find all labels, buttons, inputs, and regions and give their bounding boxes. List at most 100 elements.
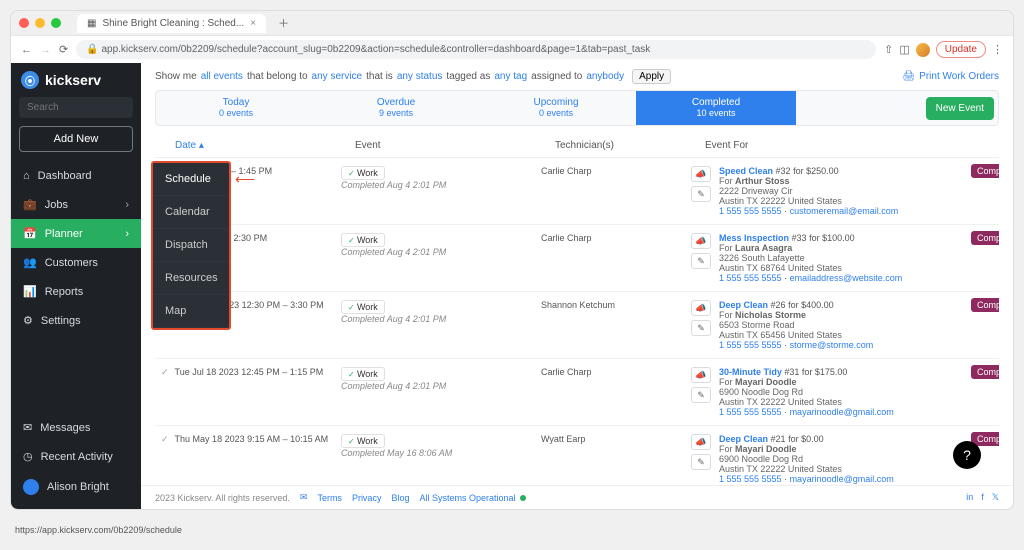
sidebar-item-customers[interactable]: 👥Customers (11, 248, 141, 277)
job-for: For Mayari Doodle (719, 444, 797, 454)
announce-button[interactable]: 📣 (691, 166, 711, 182)
status-badge[interactable]: Complete (971, 164, 999, 178)
status-badge[interactable]: Complete (971, 298, 999, 312)
edit-button[interactable]: ✎ (691, 320, 711, 336)
status-bar-link: https://app.kickserv.com/0b2209/schedule (12, 524, 185, 536)
edit-button[interactable]: ✎ (691, 387, 711, 403)
cell-event: Work Completed Aug 4 2:01 PM (341, 300, 541, 350)
job-price: $100.00 (822, 233, 855, 243)
sidebar-item-settings[interactable]: ⚙Settings (11, 306, 141, 335)
sidebar-item-reports[interactable]: 📊Reports (11, 277, 141, 306)
back-icon[interactable]: ← (21, 44, 32, 56)
job-email[interactable]: storme@storme.com (790, 340, 874, 350)
job-email[interactable]: mayarinoodle@gmail.com (790, 474, 894, 484)
close-tab-icon[interactable]: × (250, 18, 256, 29)
filter-status-link[interactable]: any status (397, 71, 443, 82)
job-link[interactable]: Mess Inspection (719, 233, 789, 243)
edit-button[interactable]: ✎ (691, 186, 711, 202)
footer-terms[interactable]: Terms (317, 493, 342, 503)
job-link[interactable]: 30-Minute Tidy (719, 367, 782, 377)
status-badge[interactable]: Complete (971, 365, 999, 379)
edit-button[interactable]: ✎ (691, 253, 711, 269)
footer-privacy[interactable]: Privacy (352, 493, 382, 503)
profile-avatar-icon[interactable] (916, 43, 930, 57)
facebook-icon[interactable]: f (981, 492, 984, 503)
bar-chart-icon: 📊 (23, 285, 37, 298)
update-button[interactable]: Update (936, 41, 986, 58)
filter-tag-link[interactable]: any tag (494, 71, 527, 82)
tab-sub: 0 events (219, 108, 253, 118)
announce-button[interactable]: 📣 (691, 367, 711, 383)
tab-upcoming[interactable]: Upcoming0 events (476, 91, 636, 125)
sidebar-item-recent[interactable]: ◷Recent Activity (11, 442, 141, 471)
job-phone[interactable]: 1 555 555 5555 (719, 273, 782, 283)
sidebar-item-label: Dashboard (38, 170, 92, 182)
reload-icon[interactable]: ⟳ (59, 43, 68, 56)
job-phone[interactable]: 1 555 555 5555 (719, 340, 782, 350)
tab-today[interactable]: Today0 events (156, 91, 316, 125)
sidebar-item-messages[interactable]: ✉Messages (11, 413, 141, 442)
submenu-map[interactable]: Map (153, 295, 229, 328)
new-tab-icon[interactable]: ＋ (278, 15, 289, 31)
announce-button[interactable]: 📣 (691, 233, 711, 249)
filter-bar: Show me all events that belong to any se… (141, 63, 1013, 90)
sidebar-item-jobs[interactable]: 💼Jobs› (11, 190, 141, 219)
filter-events-link[interactable]: all events (201, 71, 243, 82)
filter-service-link[interactable]: any service (312, 71, 363, 82)
calendar-icon: 📅 (23, 227, 37, 240)
tab-completed[interactable]: Completed10 events (636, 91, 796, 125)
share-icon[interactable]: ⇧ (884, 43, 893, 56)
sidebar-user[interactable]: Alison Bright (11, 471, 141, 503)
cell-tech: Carlie Charp (541, 367, 691, 417)
brand-logo[interactable]: ⦿ kickserv (11, 63, 141, 97)
mail-icon[interactable]: ✉ (300, 492, 308, 503)
print-work-orders-link[interactable]: 🖨Print Work Orders (902, 71, 999, 82)
kebab-menu-icon[interactable]: ⋮ (992, 43, 1003, 56)
help-fab[interactable]: ? (953, 441, 981, 469)
extension-icon[interactable]: ◫ (899, 43, 909, 56)
filter-text: tagged as (446, 71, 490, 82)
add-new-button[interactable]: Add New (19, 126, 133, 152)
forward-icon[interactable]: → (40, 44, 51, 56)
job-link[interactable]: Deep Clean (719, 434, 768, 444)
footer-blog[interactable]: Blog (391, 493, 409, 503)
job-phone[interactable]: 1 555 555 5555 (719, 206, 782, 216)
job-link[interactable]: Deep Clean (719, 300, 768, 310)
sidebar-item-planner[interactable]: 📅Planner› (11, 219, 141, 248)
column-date[interactable]: Date ▴ (175, 140, 204, 151)
linkedin-icon[interactable]: in (966, 492, 973, 503)
submenu-schedule[interactable]: Schedule (153, 163, 229, 196)
job-phone[interactable]: 1 555 555 5555 (719, 407, 782, 417)
announce-button[interactable]: 📣 (691, 434, 711, 450)
close-window-icon[interactable] (19, 18, 29, 28)
cell-status: Complete (971, 367, 999, 417)
job-phone[interactable]: 1 555 555 5555 (719, 474, 782, 484)
search-input[interactable] (19, 97, 133, 118)
job-email[interactable]: customeremail@email.com (790, 206, 899, 216)
job-link[interactable]: Speed Clean (719, 166, 773, 176)
twitter-icon[interactable]: 𝕏 (992, 492, 999, 503)
job-email[interactable]: mayarinoodle@gmail.com (790, 407, 894, 417)
home-icon: ⌂ (23, 170, 30, 182)
sidebar-item-dashboard[interactable]: ⌂ Dashboard (11, 162, 141, 190)
maximize-window-icon[interactable] (51, 18, 61, 28)
job-num: #21 (771, 434, 786, 444)
submenu-resources[interactable]: Resources (153, 262, 229, 295)
footer-status[interactable]: All Systems Operational (419, 493, 525, 503)
submenu-calendar[interactable]: Calendar (153, 196, 229, 229)
job-addr2: Austin TX 22222 United States (719, 464, 842, 474)
job-email[interactable]: emailaddress@website.com (790, 273, 903, 283)
new-event-button[interactable]: New Event (926, 97, 994, 120)
submenu-dispatch[interactable]: Dispatch (153, 229, 229, 262)
announce-button[interactable]: 📣 (691, 300, 711, 316)
minimize-window-icon[interactable] (35, 18, 45, 28)
edit-button[interactable]: ✎ (691, 454, 711, 470)
job-addr1: 6900 Noodle Dog Rd (719, 387, 803, 397)
apply-button[interactable]: Apply (632, 69, 671, 84)
status-badge[interactable]: Complete (971, 231, 999, 245)
filter-assignee-link[interactable]: anybody (586, 71, 624, 82)
url-bar[interactable]: 🔒 app.kickserv.com/0b2209/schedule?accou… (76, 40, 876, 59)
tab-sub: 10 events (696, 108, 735, 118)
tab-overdue[interactable]: Overdue9 events (316, 91, 476, 125)
browser-tab[interactable]: ▦ Shine Bright Cleaning : Sched... × (77, 14, 266, 33)
